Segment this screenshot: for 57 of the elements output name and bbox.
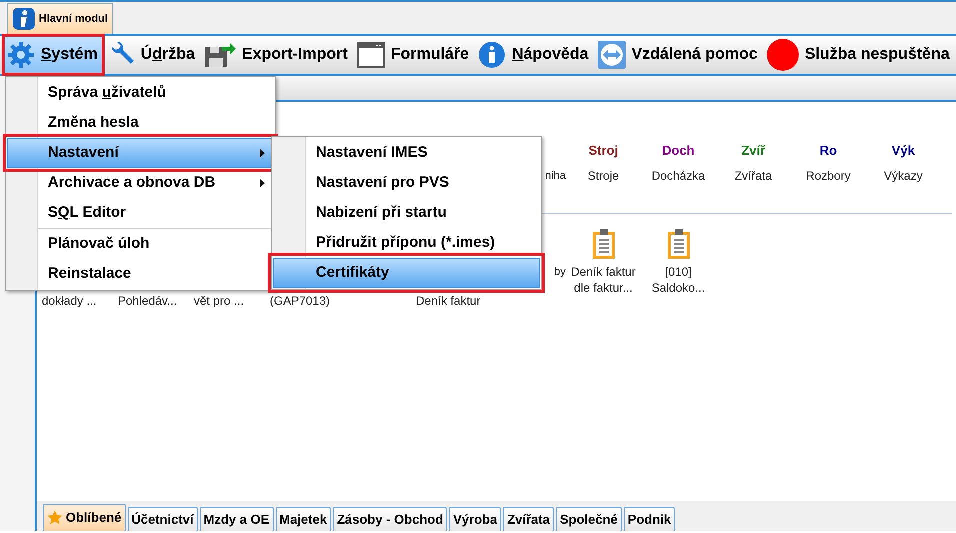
menu-item[interactable]: Archivace a obnova DB (7, 168, 274, 198)
bottom-tab[interactable]: Výroba (449, 507, 502, 531)
bottom-tab[interactable]: Zvířata (503, 507, 554, 531)
module-label[interactable]: Výkazy (884, 168, 923, 184)
menu-item[interactable]: Nastavení pro PVS (273, 168, 540, 198)
info-icon (478, 41, 506, 69)
module-label[interactable]: Stroje (588, 168, 620, 184)
toolbar-button[interactable]: Export-Import (202, 37, 350, 73)
module-label[interactable]: Zvířata (734, 168, 772, 184)
module-label[interactable]: (GAP7013) (270, 292, 346, 310)
toolbar-button[interactable]: Systém (5, 37, 102, 73)
module-label[interactable]: Pohledáv... (118, 292, 194, 310)
bottom-tab[interactable]: Mzdy a OE (200, 507, 274, 531)
clipboard-icon (666, 228, 690, 260)
clipboard-icon (592, 228, 616, 260)
module-label[interactable]: [010] Saldoko... (641, 264, 716, 296)
module-label[interactable]: Docházka (652, 168, 706, 184)
module-label[interactable]: Rozbory (806, 168, 851, 184)
bottom-tab[interactable]: Majetek (276, 507, 332, 531)
info-icon (12, 7, 36, 31)
module-icon[interactable]: Doch (662, 142, 695, 160)
settings-icon (7, 41, 35, 69)
double-arrow-icon (598, 41, 626, 69)
toolbar-button[interactable]: Vzdálená pomoc (596, 37, 760, 73)
menu-item[interactable]: Reinstalace (7, 259, 274, 289)
menu-item[interactable]: Správa uživatelů (7, 78, 274, 108)
submenu-arrow-icon (260, 178, 265, 188)
toolbar-button[interactable]: Nápověda (476, 37, 591, 73)
module-label[interactable]: Deník faktur (416, 292, 481, 310)
bottom-tab[interactable]: Účetnictví (128, 507, 198, 531)
module-label[interactable]: dokłady ... (42, 292, 118, 310)
module-label[interactable]: vět pro ... (194, 292, 270, 310)
module-label[interactable]: niha (545, 168, 566, 184)
bottom-tab[interactable]: Zásoby - Obchod (333, 507, 448, 531)
module-tab[interactable]: Hlavní modul (7, 3, 114, 34)
menu-item[interactable]: Přidružit příponu (*.imes) (273, 228, 540, 258)
menu-item[interactable]: Plánovač úloh (7, 229, 274, 259)
floppy-arrow-icon (204, 42, 236, 68)
bottom-tab[interactable]: Oblíbené (43, 504, 126, 531)
window-icon (356, 42, 385, 68)
module-icon[interactable]: Zvíř (742, 142, 766, 160)
menu-item[interactable]: Nastavení IMES (273, 138, 540, 168)
module-icon[interactable]: Výk (892, 142, 916, 160)
module-icon[interactable]: Stroj (588, 142, 618, 160)
toolbar-button[interactable]: Údržba (106, 37, 198, 73)
bottom-tab[interactable]: Společné (556, 507, 622, 531)
bottom-tab[interactable]: Podnik (624, 507, 676, 531)
menu-item[interactable]: Změna hesla (7, 108, 274, 138)
module-icon[interactable]: Ro (820, 142, 838, 160)
menu-item[interactable]: Nabizení při startu (273, 198, 540, 228)
menu-item[interactable]: SQL Editor (7, 198, 274, 228)
star-icon (47, 510, 63, 526)
module-label[interactable]: by (554, 264, 566, 280)
module-label[interactable]: Deník faktur dle faktur... (566, 264, 641, 296)
toolbar-button[interactable]: Služba nespuštěna (764, 37, 952, 73)
submenu-arrow-icon (260, 148, 265, 158)
toolbar-button[interactable]: Formuláře (354, 37, 472, 73)
